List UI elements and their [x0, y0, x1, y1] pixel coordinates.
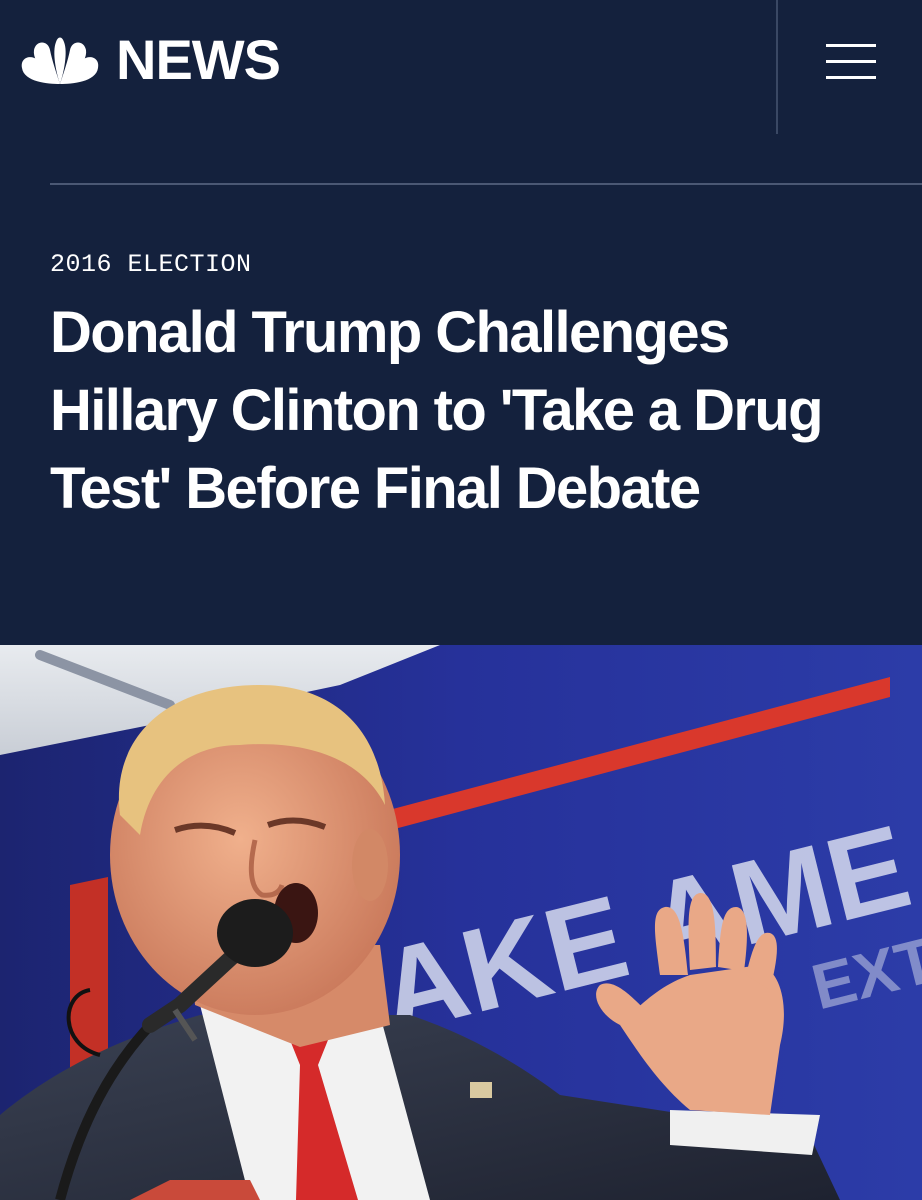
header-divider: [776, 0, 778, 134]
nbc-news-logo[interactable]: NEWS: [18, 28, 281, 91]
article-headline: Donald Trump Challenges Hillary Clinton …: [50, 300, 824, 521]
site-header: NEWS 2016 ELECTION Donald Trump Challeng…: [0, 0, 922, 645]
menu-bar: [826, 76, 876, 79]
flag-pin: [470, 1082, 492, 1098]
brand-name: NEWS: [116, 28, 281, 91]
menu-bar: [826, 44, 876, 47]
microphone: [217, 899, 293, 967]
article-hero-image: AKE AME EXT: [0, 645, 922, 1200]
header-rule: [50, 183, 922, 185]
section-label[interactable]: 2016 ELECTION: [50, 250, 252, 279]
ear: [352, 829, 388, 901]
menu-bar: [826, 60, 876, 63]
peacock-icon: [21, 37, 99, 84]
hamburger-menu-icon[interactable]: [826, 44, 876, 80]
